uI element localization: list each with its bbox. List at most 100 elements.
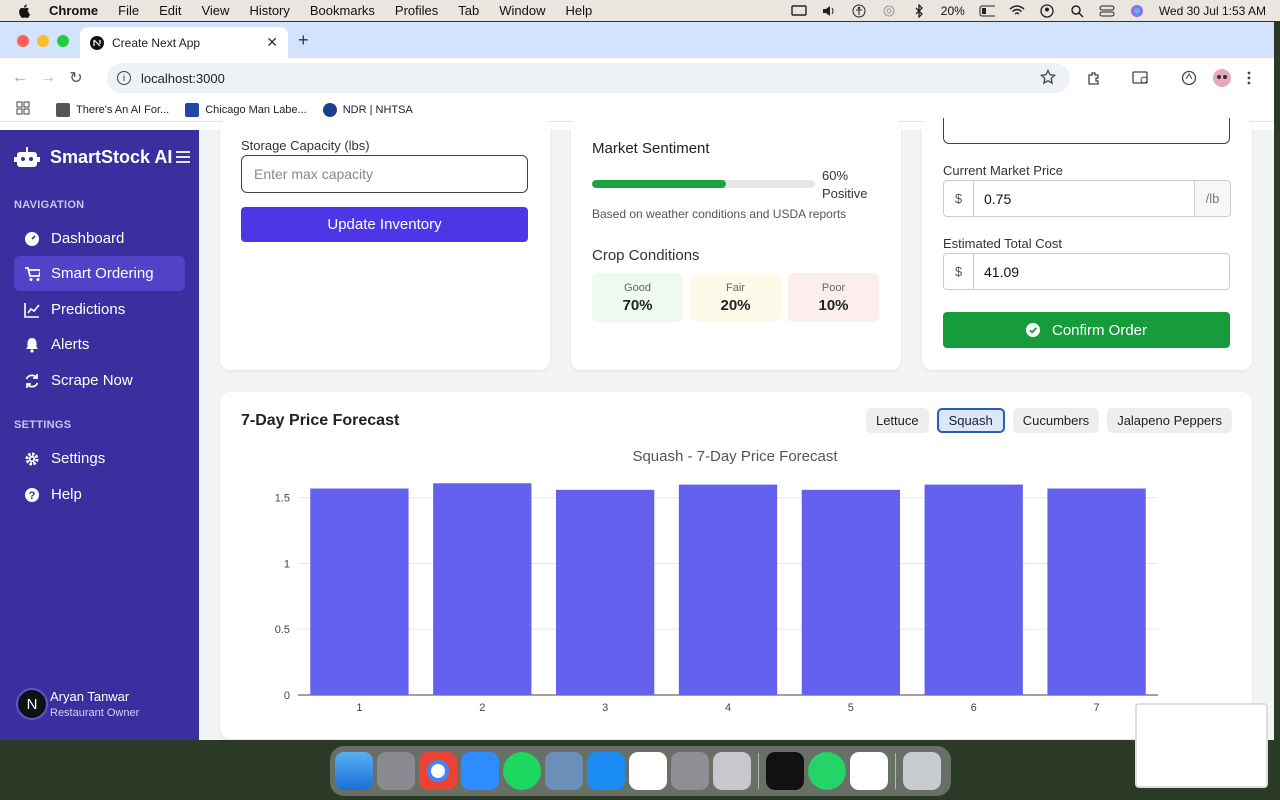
condition-value: 10% [818, 296, 849, 314]
chrome-menu-icon[interactable] [1246, 70, 1252, 91]
sidebar-item-label: Settings [51, 450, 106, 467]
bluetooth-icon[interactable] [911, 3, 927, 18]
extensions-icon[interactable] [1086, 70, 1102, 91]
condition-label: Poor [821, 281, 846, 294]
spotlight-search-icon[interactable] [1069, 4, 1085, 18]
bookmark-chicago[interactable]: Chicago Man Labe... [185, 102, 307, 117]
total-cost-input[interactable]: 41.09 [973, 253, 1230, 290]
update-inventory-button[interactable]: Update Inventory [241, 207, 528, 242]
tab-lettuce[interactable]: Lettuce [865, 408, 929, 433]
sidebar-item-dashboard[interactable]: Dashboard [14, 221, 185, 256]
spotify-icon[interactable] [503, 752, 541, 790]
sidebar-item-settings[interactable]: Settings [14, 441, 185, 476]
menu-clock[interactable]: Wed 30 Jul 1:53 AM [1159, 4, 1266, 18]
browser-tab[interactable]: Create Next App ✕ [80, 27, 288, 58]
system-settings-icon[interactable] [671, 752, 709, 790]
wifi-icon[interactable] [1009, 4, 1025, 18]
new-tab-icon[interactable]: + [298, 30, 309, 51]
calendar-icon[interactable] [629, 752, 667, 790]
menu-profiles[interactable]: Profiles [395, 3, 438, 18]
sidebar-item-scrape-now[interactable]: Scrape Now [14, 363, 185, 398]
volume-icon[interactable] [821, 4, 837, 18]
gear-icon [24, 451, 40, 467]
tab-search-icon[interactable] [1132, 70, 1150, 91]
menu-file[interactable]: File [118, 3, 139, 18]
menu-edit[interactable]: Edit [159, 3, 181, 18]
bookmark-favicon-icon [56, 102, 70, 117]
refresh-icon [24, 373, 40, 389]
close-tab-icon[interactable]: ✕ [266, 34, 278, 51]
menu-bookmarks[interactable]: Bookmarks [310, 3, 375, 18]
address-bar[interactable]: i localhost:3000 [107, 63, 1070, 93]
tab-cucumbers[interactable]: Cucumbers [1012, 408, 1100, 433]
accessibility-icon[interactable] [851, 4, 867, 18]
profile-avatar-icon[interactable] [1212, 68, 1232, 93]
apps-grid-icon[interactable] [16, 101, 30, 118]
menu-history[interactable]: History [249, 3, 289, 18]
site-info-icon[interactable]: i [117, 71, 131, 85]
writer-icon[interactable] [850, 752, 888, 790]
user-profile[interactable]: N Aryan Tanwar Restaurant Owner [16, 688, 139, 720]
menu-help[interactable]: Help [566, 3, 593, 18]
close-window-button[interactable] [17, 35, 29, 47]
menu-tab[interactable]: Tab [458, 3, 479, 18]
menu-view[interactable]: View [201, 3, 229, 18]
sidebar-item-alerts[interactable]: Alerts [14, 327, 185, 362]
forecast-bar-chart: 0 0.5 1 1.5 1 2 3 4 5 6 7 [275, 483, 1158, 714]
chrome-icon[interactable] [419, 752, 457, 790]
whatsapp-icon[interactable] [808, 752, 846, 790]
display-icon[interactable] [791, 4, 807, 18]
condition-value: 20% [720, 296, 751, 314]
chart-line-icon [24, 302, 40, 318]
perplexity-icon[interactable] [766, 752, 804, 790]
condition-label: Fair [726, 281, 745, 294]
chart-bar [433, 483, 532, 695]
avatar[interactable]: N [16, 688, 48, 720]
address-url[interactable]: localhost:3000 [141, 71, 225, 86]
menu-window[interactable]: Window [499, 3, 545, 18]
quantity-input[interactable] [943, 118, 1230, 144]
sidebar-item-help[interactable]: ? Help [14, 477, 185, 512]
storage-capacity-input[interactable]: Enter max capacity [241, 155, 528, 193]
preview-icon[interactable] [545, 752, 583, 790]
hamburger-menu-icon[interactable] [176, 147, 190, 168]
bookmark-nhtsa[interactable]: NDR | NHTSA [322, 102, 413, 117]
menu-app-name[interactable]: Chrome [49, 3, 98, 18]
finder-icon[interactable] [335, 752, 373, 790]
market-card: Market Sentiment 60% Positive Based on w… [571, 118, 901, 370]
market-price-input[interactable]: 0.75 [973, 180, 1195, 217]
airdrop-icon[interactable] [881, 4, 897, 18]
inventory-card: Storage Capacity (lbs) Enter max capacit… [220, 118, 550, 370]
sentiment-progress-bar [592, 180, 815, 188]
back-icon[interactable]: ← [12, 69, 28, 86]
app-store-icon[interactable] [587, 752, 625, 790]
screenshot-thumbnail[interactable] [1135, 703, 1268, 788]
crop-conditions-title: Crop Conditions [592, 247, 700, 264]
forward-icon[interactable]: → [40, 69, 56, 86]
zoom-icon[interactable] [461, 752, 499, 790]
confirm-order-button[interactable]: Confirm Order [943, 312, 1230, 348]
chart-bar [310, 488, 409, 695]
tab-jalapeno-peppers[interactable]: Jalapeno Peppers [1107, 408, 1232, 433]
user-account-icon[interactable] [1039, 3, 1055, 18]
battery-icon[interactable] [979, 4, 995, 18]
apple-logo-icon[interactable] [17, 4, 31, 18]
maximize-window-button[interactable] [57, 35, 69, 47]
trash-icon[interactable] [903, 752, 941, 790]
bookmark-ai-for[interactable]: There's An AI For... [56, 102, 169, 117]
sidebar-item-label: Dashboard [51, 230, 125, 247]
siri-icon[interactable] [1129, 4, 1145, 18]
minimize-window-button[interactable] [37, 35, 49, 47]
tab-squash[interactable]: Squash [936, 408, 1005, 433]
launchpad-icon[interactable] [377, 752, 415, 790]
bookmark-star-icon[interactable] [1039, 68, 1057, 88]
sidebar-item-smart-ordering[interactable]: Smart Ordering [14, 256, 185, 291]
sidebar-item-label: Scrape Now [51, 372, 133, 389]
sentiment-percent: 60% [822, 168, 849, 183]
notes-icon[interactable] [713, 752, 751, 790]
sidebar-item-predictions[interactable]: Predictions [14, 292, 185, 327]
browser-toolbar: ← → ↻ i localhost:3000 [0, 58, 1274, 98]
reload-icon[interactable]: ↻ [68, 70, 84, 87]
extension-badge-icon[interactable] [1181, 70, 1197, 91]
control-center-icon[interactable] [1099, 4, 1115, 18]
